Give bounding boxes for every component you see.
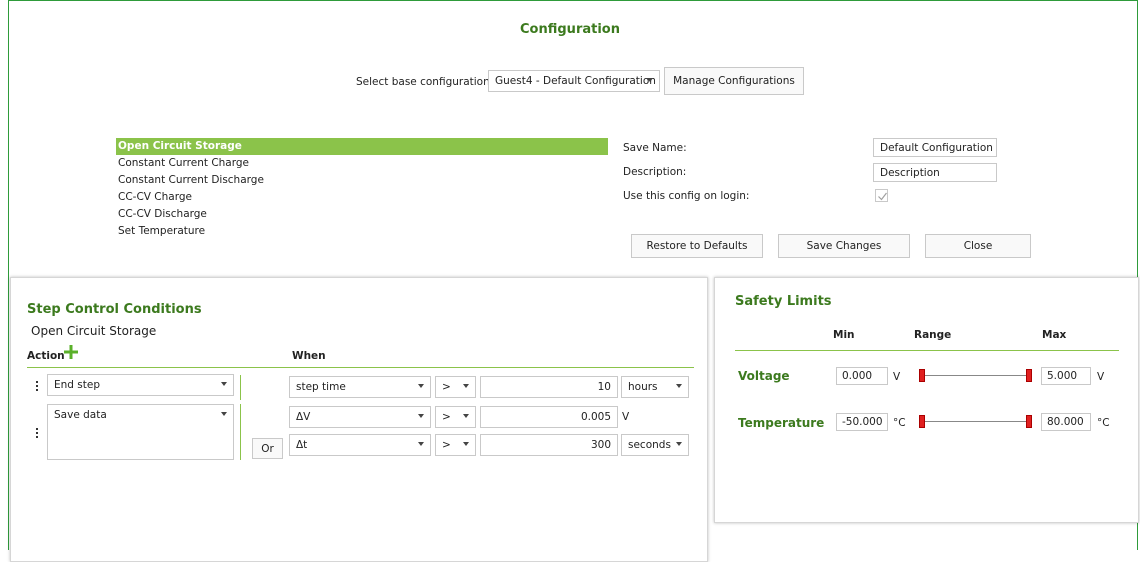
range-header: Range [914, 329, 952, 341]
checkmark-icon [878, 192, 887, 201]
when-header: When [292, 350, 326, 362]
step-item[interactable]: Constant Current Discharge [116, 172, 608, 189]
action-header: Action [27, 350, 65, 362]
condition-operator-select[interactable]: > [435, 376, 476, 398]
condition-operator-select[interactable]: > [435, 434, 476, 456]
save-changes-button[interactable]: Save Changes [778, 234, 910, 258]
voltage-range-min-handle[interactable] [919, 369, 925, 382]
temperature-min-unit: °C [893, 417, 906, 429]
action-value: End step [54, 379, 101, 391]
temperature-range-min-handle[interactable] [919, 415, 925, 428]
voltage-range-track [922, 375, 1031, 376]
condition-value-input[interactable]: 10 [480, 376, 618, 398]
operator-value: > [442, 439, 451, 451]
chevron-down-icon [221, 412, 227, 416]
base-config-value: Guest4 - Default Configuration [495, 75, 656, 87]
condition-value-input[interactable]: 0.005 [480, 406, 618, 428]
chevron-down-icon [463, 384, 469, 388]
temperature-range-track [922, 421, 1031, 422]
row-menu-icon[interactable] [36, 381, 39, 393]
voltage-label: Voltage [738, 369, 790, 383]
safety-header-divider [735, 350, 1119, 351]
chevron-down-icon [418, 384, 424, 388]
chevron-down-icon [463, 442, 469, 446]
chevron-down-icon [647, 78, 653, 82]
chevron-down-icon [676, 384, 682, 388]
use-on-login-checkbox[interactable] [875, 189, 888, 202]
base-config-select[interactable]: Guest4 - Default Configuration [488, 70, 660, 92]
safety-limits-panel [714, 277, 1139, 523]
step-item[interactable]: CC-CV Discharge [116, 206, 608, 223]
close-button[interactable]: Close [925, 234, 1031, 258]
temperature-label: Temperature [738, 416, 825, 430]
row-divider [240, 375, 241, 400]
action-value: Save data [54, 409, 107, 421]
step-item[interactable]: CC-CV Charge [116, 189, 608, 206]
base-config-label: Select base configuration: [356, 76, 494, 88]
add-action-icon[interactable] [64, 345, 78, 359]
manage-configurations-button[interactable]: Manage Configurations [664, 67, 804, 95]
use-on-login-label: Use this config on login: [623, 190, 750, 202]
chevron-down-icon [418, 414, 424, 418]
condition-operator-select[interactable]: > [435, 406, 476, 428]
chevron-down-icon [676, 442, 682, 446]
action-select[interactable]: End step [47, 374, 234, 396]
temperature-min-input[interactable]: -50.000 [836, 413, 888, 431]
condition-variable-select[interactable]: ΔV [289, 406, 431, 428]
row-menu-icon[interactable] [36, 428, 39, 440]
step-item[interactable]: Constant Current Charge [116, 155, 608, 172]
variable-value: step time [296, 381, 346, 393]
step-item[interactable]: Set Temperature [116, 223, 608, 240]
condition-value-input[interactable]: 300 [480, 434, 618, 456]
action-select[interactable]: Save data [47, 404, 234, 460]
voltage-min-unit: V [893, 371, 901, 383]
operator-value: > [442, 381, 451, 393]
max-header: Max [1042, 329, 1067, 341]
description-label: Description: [623, 166, 687, 178]
voltage-max-input[interactable]: 5.000 [1041, 367, 1091, 385]
condition-variable-select[interactable]: Δt [289, 434, 431, 456]
temperature-max-unit: °C [1097, 417, 1110, 429]
chevron-down-icon [463, 414, 469, 418]
description-input[interactable]: Description [873, 163, 997, 182]
or-button[interactable]: Or [252, 438, 283, 459]
step-control-title: Step Control Conditions [27, 302, 202, 317]
chevron-down-icon [221, 382, 227, 386]
operator-value: > [442, 411, 451, 423]
condition-variable-select[interactable]: step time [289, 376, 431, 398]
safety-limits-title: Safety Limits [735, 294, 832, 309]
condition-unit-select[interactable]: hours [621, 376, 689, 398]
voltage-min-input[interactable]: 0.000 [836, 367, 888, 385]
save-name-label: Save Name: [623, 142, 687, 154]
voltage-range-max-handle[interactable] [1026, 369, 1032, 382]
variable-value: ΔV [296, 411, 311, 423]
temperature-max-input[interactable]: 80.000 [1041, 413, 1091, 431]
variable-value: Δt [296, 439, 308, 451]
chevron-down-icon [418, 442, 424, 446]
unit-value: seconds [628, 439, 671, 451]
row-divider [240, 404, 241, 460]
voltage-max-unit: V [1097, 371, 1105, 383]
restore-defaults-button[interactable]: Restore to Defaults [631, 234, 763, 258]
save-name-input[interactable]: Default Configuration [873, 138, 997, 157]
condition-unit-label: V [622, 411, 630, 423]
page-title: Configuration [520, 22, 620, 37]
header-divider [27, 367, 694, 368]
step-list: Open Circuit Storage Constant Current Ch… [116, 138, 608, 240]
unit-value: hours [628, 381, 658, 393]
condition-unit-select[interactable]: seconds [621, 434, 689, 456]
step-item[interactable]: Open Circuit Storage [116, 138, 608, 155]
temperature-range-max-handle[interactable] [1026, 415, 1032, 428]
step-control-subtitle: Open Circuit Storage [31, 324, 157, 338]
min-header: Min [833, 329, 855, 341]
